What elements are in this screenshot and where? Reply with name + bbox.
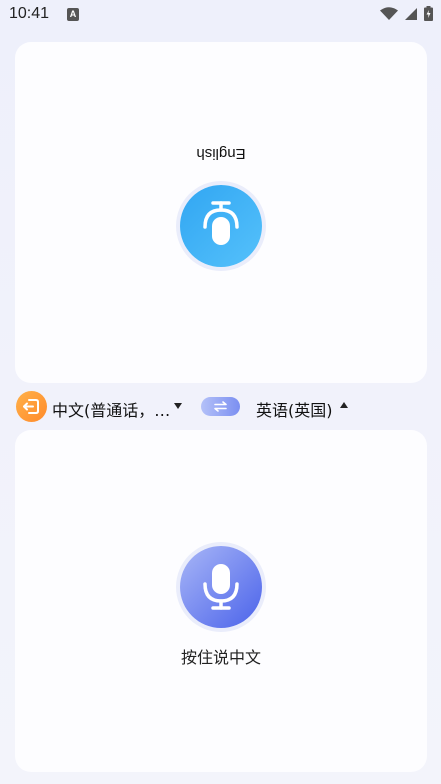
- target-mic-button[interactable]: [180, 185, 262, 267]
- target-language-panel: English: [15, 42, 427, 383]
- target-language-label: English: [196, 145, 246, 162]
- swap-languages-button[interactable]: [201, 397, 240, 416]
- wifi-icon: [380, 6, 398, 20]
- target-caret-icon[interactable]: [340, 402, 348, 408]
- status-bar: 10:41 A: [0, 0, 441, 30]
- source-mic-button[interactable]: [180, 546, 262, 628]
- hold-to-speak-hint: 按住说中文: [180, 648, 261, 667]
- notification-icon: A: [67, 8, 79, 21]
- status-time: 10:41: [9, 5, 50, 22]
- target-language-selector[interactable]: 英语(英国): [256, 397, 333, 421]
- exit-button[interactable]: [16, 391, 47, 422]
- mic-icon: [203, 201, 239, 245]
- status-icons: [380, 6, 433, 21]
- swap-icon: [214, 401, 227, 412]
- source-caret-icon[interactable]: [174, 403, 182, 409]
- source-language-panel: 按住说中文: [15, 430, 427, 772]
- language-bar: 中文(普通话，… 英语(英国): [0, 390, 441, 422]
- mic-icon: [203, 564, 239, 610]
- exit-icon: [23, 399, 39, 414]
- signal-icon: [405, 7, 417, 20]
- source-language-selector[interactable]: 中文(普通话，…: [52, 397, 170, 421]
- battery-icon: [424, 6, 433, 21]
